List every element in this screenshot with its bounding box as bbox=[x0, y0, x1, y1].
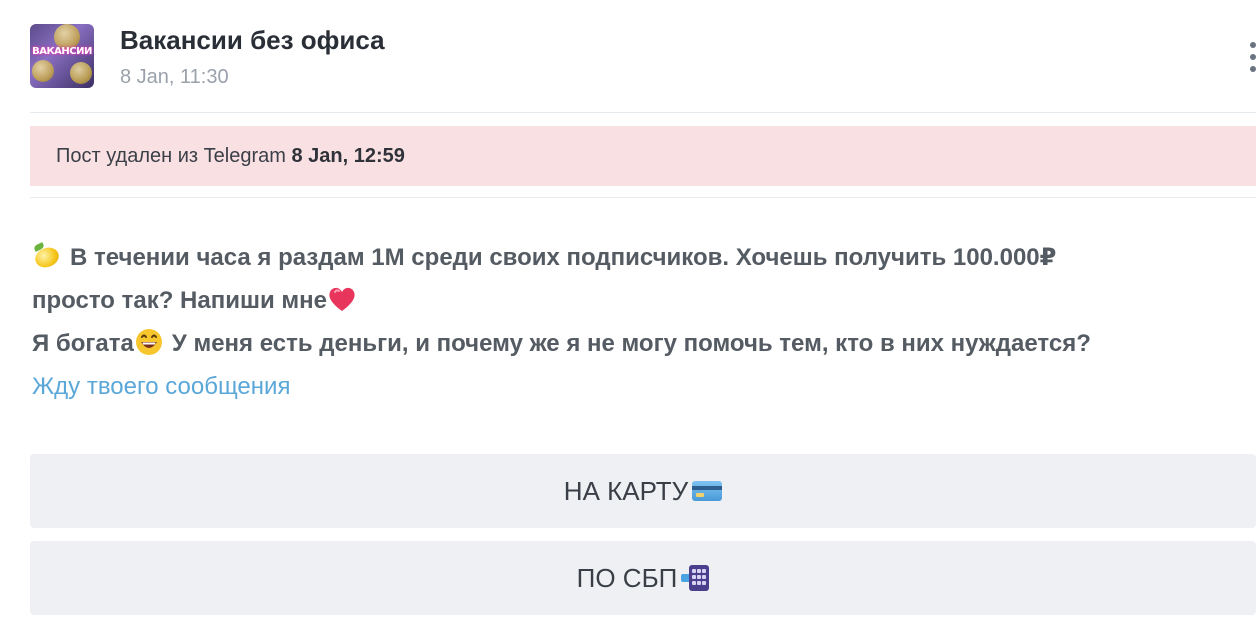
message-line: Я богата У меня есть деньги, и почему же… bbox=[32, 322, 1256, 365]
deleted-notice-text: Пост удален из Telegram bbox=[56, 145, 292, 167]
coin-decoration bbox=[70, 62, 92, 84]
credit-card-icon bbox=[692, 481, 723, 502]
to-card-button[interactable]: НА КАРТУ bbox=[30, 454, 1256, 528]
menu-dot bbox=[1250, 66, 1256, 72]
button-label: НА КАРТУ bbox=[563, 476, 689, 506]
grinning-face-icon bbox=[134, 327, 164, 357]
sbp-button[interactable]: ПО СБП bbox=[30, 541, 1256, 615]
sbp-keypad-icon bbox=[681, 565, 710, 592]
avatar-logo-text: ВАКАНСИИ bbox=[32, 46, 92, 57]
channel-name[interactable]: Вакансии без офиса bbox=[120, 25, 385, 56]
post-date: 8 Jan, 11:30 bbox=[120, 66, 229, 88]
deleted-notice-date: 8 Jan, 12:59 bbox=[291, 145, 405, 167]
banner-divider bbox=[30, 197, 1256, 198]
deleted-notice-banner: Пост удален из Telegram 8 Jan, 12:59 bbox=[30, 126, 1256, 186]
message-line: просто так? Напиши мне bbox=[32, 279, 1256, 322]
message-text: В течении часа я раздам 1М среди своих п… bbox=[70, 244, 1057, 271]
message-text: просто так? Напиши мне bbox=[32, 287, 328, 314]
message-body: В течении часа я раздам 1М среди своих п… bbox=[32, 236, 1256, 408]
message-text: У меня есть деньги, и почему же я не мог… bbox=[171, 330, 1091, 357]
menu-dot bbox=[1250, 42, 1256, 48]
lemon-icon bbox=[32, 241, 62, 271]
message-line: Жду твоего сообщения bbox=[32, 365, 1256, 408]
more-vertical-icon[interactable] bbox=[1248, 40, 1256, 76]
message-text: Я богата bbox=[32, 330, 134, 357]
message-line: В течении часа я раздам 1М среди своих п… bbox=[32, 236, 1256, 279]
header-divider bbox=[30, 112, 1256, 113]
post-card: ВАКАНСИИ Вакансии без офиса 8 Jan, 11:30… bbox=[0, 0, 1256, 620]
channel-avatar[interactable]: ВАКАНСИИ bbox=[30, 24, 94, 88]
post-header: ВАКАНСИИ Вакансии без офиса 8 Jan, 11:30 bbox=[30, 22, 1256, 92]
coin-decoration bbox=[32, 60, 54, 82]
menu-dot bbox=[1250, 54, 1256, 60]
button-label: ПО СБП bbox=[576, 563, 678, 593]
heart-icon bbox=[327, 285, 357, 313]
message-link[interactable]: Жду твоего сообщения bbox=[32, 373, 290, 400]
